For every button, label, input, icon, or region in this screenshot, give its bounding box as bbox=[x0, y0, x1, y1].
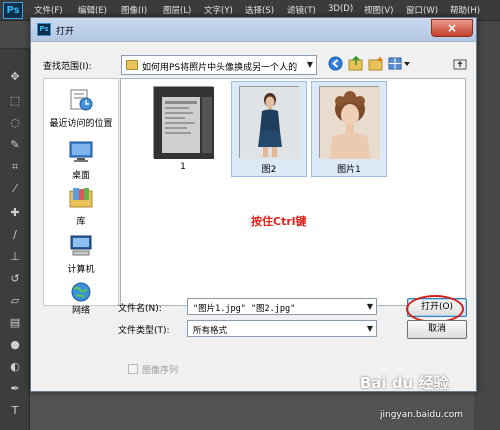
filetype-value: 所有格式 bbox=[193, 326, 228, 336]
ps-toolbar: ✥ ⬚ ◌ ✎ ⌗ ⁄ ✚ ∕ ⊥ ↺ ▱ ▤ ● ◐ ✒ T bbox=[0, 49, 30, 430]
filetype-label: 文件类型(T): bbox=[118, 326, 170, 336]
place-label-libraries: 库 bbox=[76, 217, 86, 227]
eyedropper-tool-icon[interactable]: ⁄ bbox=[7, 181, 23, 197]
places-bar: 最近访问的位置 桌面 库 计算机 网络 bbox=[43, 78, 119, 316]
filename-label: 文件名(N): bbox=[118, 304, 162, 314]
photoshop-logo: Ps bbox=[3, 2, 23, 19]
file-item-selected[interactable]: 图2 bbox=[231, 81, 307, 177]
crop-tool-icon[interactable]: ⌗ bbox=[7, 159, 23, 175]
filename-value: "图片1.jpg" "图2.jpg" bbox=[193, 304, 296, 314]
gradient-tool-icon[interactable]: ▤ bbox=[7, 315, 23, 331]
file-list: 1 图2 图片1 bbox=[120, 78, 466, 306]
place-network[interactable]: 网络 bbox=[44, 277, 118, 316]
dialog-titlebar[interactable]: Ps 打开 × bbox=[31, 18, 476, 42]
healing-tool-icon[interactable]: ✚ bbox=[7, 205, 23, 221]
menu-view[interactable]: 视图(V) bbox=[364, 4, 393, 16]
lookin-dropdown[interactable]: 如何用PS将照片中头像换成另一个人的 ▼ bbox=[121, 55, 317, 75]
brush-tool-icon[interactable]: ∕ bbox=[7, 227, 23, 243]
image-sequence-checkbox[interactable] bbox=[128, 364, 138, 374]
place-label-recent: 最近访问的位置 bbox=[49, 119, 113, 129]
menu-3d[interactable]: 3D(D) bbox=[328, 4, 353, 14]
filetype-select[interactable]: 所有格式 ▼ bbox=[187, 320, 377, 337]
ps-right-panel bbox=[474, 21, 500, 430]
file-thumbnail bbox=[319, 86, 380, 159]
view-menu-icon[interactable] bbox=[387, 56, 413, 73]
place-label-desktop: 桌面 bbox=[71, 171, 90, 181]
menu-window[interactable]: 窗口(W) bbox=[406, 4, 438, 16]
recent-places-icon bbox=[68, 88, 94, 112]
libraries-icon bbox=[68, 186, 94, 210]
image-sequence-label: 图像序列 bbox=[142, 366, 179, 376]
move-tool-icon[interactable]: ✥ bbox=[7, 69, 23, 85]
quick-select-tool-icon[interactable]: ✎ bbox=[7, 137, 23, 153]
desktop-icon bbox=[68, 140, 94, 164]
menu-type[interactable]: 文字(Y) bbox=[204, 4, 233, 16]
marquee-tool-icon[interactable]: ⬚ bbox=[7, 93, 23, 109]
folder-up-icon[interactable] bbox=[451, 57, 468, 74]
menu-image[interactable]: 图像(I) bbox=[121, 4, 147, 16]
file-name: 1 bbox=[180, 162, 186, 172]
file-item-selected[interactable]: 图片1 bbox=[311, 81, 387, 177]
text-tool-icon[interactable]: T bbox=[7, 403, 23, 419]
chevron-down-icon: ▼ bbox=[306, 60, 313, 69]
watermark-main: Bai du 经验 bbox=[360, 374, 449, 392]
lookin-value: 如何用PS将照片中头像换成另一个人的 bbox=[142, 63, 298, 73]
lasso-tool-icon[interactable]: ◌ bbox=[7, 115, 23, 131]
new-folder-icon[interactable] bbox=[367, 56, 384, 73]
menu-help[interactable]: 帮助(H) bbox=[450, 4, 480, 16]
chevron-down-icon: ▼ bbox=[366, 302, 373, 311]
file-thumbnail bbox=[239, 86, 300, 159]
computer-icon bbox=[68, 234, 94, 258]
close-button[interactable]: × bbox=[431, 19, 473, 37]
menu-edit[interactable]: 编辑(E) bbox=[78, 4, 107, 16]
highlight-circle bbox=[406, 295, 464, 323]
menu-file[interactable]: 文件(F) bbox=[34, 4, 63, 16]
stamp-tool-icon[interactable]: ⊥ bbox=[7, 249, 23, 265]
place-libraries[interactable]: 库 bbox=[44, 183, 118, 231]
dodge-tool-icon[interactable]: ◐ bbox=[7, 359, 23, 375]
cancel-button[interactable]: 取消 bbox=[407, 320, 467, 339]
watermark-sub: jingyan.baidu.com bbox=[380, 410, 464, 420]
photoshop-icon: Ps bbox=[37, 23, 51, 36]
blur-tool-icon[interactable]: ● bbox=[7, 337, 23, 353]
back-icon[interactable] bbox=[327, 56, 344, 73]
up-folder-icon[interactable] bbox=[347, 55, 364, 73]
file-name: 图2 bbox=[261, 165, 277, 175]
annotation-text: 按住Ctrl键 bbox=[251, 215, 307, 228]
menu-layer[interactable]: 图层(L) bbox=[163, 4, 191, 16]
place-label-network: 网络 bbox=[71, 306, 90, 316]
history-brush-tool-icon[interactable]: ↺ bbox=[7, 271, 23, 287]
place-computer[interactable]: 计算机 bbox=[44, 231, 118, 279]
folder-icon bbox=[126, 60, 138, 70]
place-desktop[interactable]: 桌面 bbox=[44, 137, 118, 185]
lookin-label: 查找范围(I): bbox=[43, 62, 92, 72]
eraser-tool-icon[interactable]: ▱ bbox=[7, 293, 23, 309]
network-icon bbox=[68, 280, 94, 304]
open-dialog: Ps 打开 × 查找范围(I): 如何用PS将照片中头像换成另一个人的 ▼ 最近 bbox=[30, 17, 477, 392]
place-recent[interactable]: 最近访问的位置 bbox=[44, 85, 118, 133]
filename-input[interactable]: "图片1.jpg" "图2.jpg" ▼ bbox=[187, 298, 377, 315]
pen-tool-icon[interactable]: ✒ bbox=[7, 381, 23, 397]
file-name: 图片1 bbox=[337, 165, 361, 175]
file-thumbnail bbox=[153, 86, 214, 159]
chevron-down-icon: ▼ bbox=[366, 324, 373, 333]
menu-filter[interactable]: 滤镜(T) bbox=[287, 4, 316, 16]
place-label-computer: 计算机 bbox=[67, 265, 95, 275]
menu-select[interactable]: 选择(S) bbox=[245, 4, 274, 16]
dialog-title: 打开 bbox=[56, 27, 75, 37]
file-item[interactable]: 1 bbox=[145, 81, 221, 177]
